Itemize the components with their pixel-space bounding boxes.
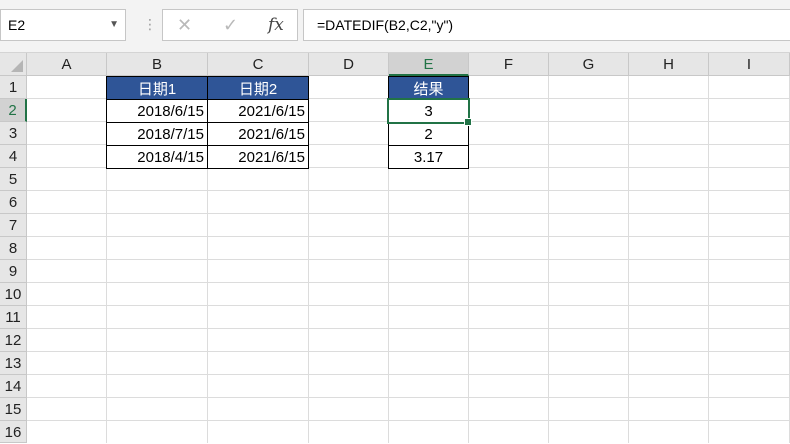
row-header-16[interactable]: 16 [0,421,27,443]
cell-e2[interactable]: 3 [388,99,469,123]
formula-text: =DATEDIF(B2,C2,"y") [317,17,454,33]
column-header-g[interactable]: G [549,53,629,76]
gridline [27,351,790,352]
row-header-5[interactable]: 5 [0,168,27,191]
insert-function-icon[interactable]: fx [268,15,284,35]
row-header-2[interactable]: 2 [0,99,27,122]
cell-e1[interactable]: 结果 [388,76,469,100]
name-box[interactable]: E2 ▼ [0,9,126,41]
cell-c4[interactable]: 2021/6/15 [207,145,309,169]
gridline [27,236,790,237]
column-header-d[interactable]: D [309,53,389,76]
cell-c1[interactable]: 日期2 [207,76,309,100]
name-box-value: E2 [8,17,26,33]
cell-b4[interactable]: 2018/4/15 [106,145,208,169]
cancel-icon[interactable]: ✕ [177,15,192,36]
select-all-button[interactable] [0,53,27,76]
row-header-7[interactable]: 7 [0,214,27,237]
cell-b1[interactable]: 日期1 [106,76,208,100]
gridline [27,420,790,421]
row-header-4[interactable]: 4 [0,145,27,168]
gridline [27,374,790,375]
column-header-c[interactable]: C [208,53,309,76]
row-header-15[interactable]: 15 [0,398,27,421]
gridline [27,305,790,306]
column-header-f[interactable]: F [469,53,549,76]
row-header-12[interactable]: 12 [0,329,27,352]
row-header-6[interactable]: 6 [0,191,27,214]
gridline [27,259,790,260]
gridline [27,397,790,398]
cell-b2[interactable]: 2018/6/15 [106,99,208,123]
row-header-8[interactable]: 8 [0,237,27,260]
gridline [27,328,790,329]
column-header-a[interactable]: A [27,53,107,76]
column-header-h[interactable]: H [629,53,709,76]
cell-b3[interactable]: 2018/7/15 [106,122,208,146]
drag-handle-icon[interactable]: ⋮ [143,16,157,33]
gridline [27,213,790,214]
cell-e4[interactable]: 3.17 [388,145,469,169]
gridline [27,190,790,191]
formula-bar: E2 ▼ ⋮ ✕ ✓ fx =DATEDIF(B2,C2,"y") [0,0,790,53]
row-header-9[interactable]: 9 [0,260,27,283]
row-header-13[interactable]: 13 [0,352,27,375]
cell-e3[interactable]: 2 [388,122,469,146]
row-header-10[interactable]: 10 [0,283,27,306]
column-header-b[interactable]: B [107,53,208,76]
enter-icon[interactable]: ✓ [223,15,238,36]
worksheet-grid[interactable]: A B C D E F G H I 1 2 3 4 5 6 7 8 9 10 1… [0,53,790,443]
row-header-3[interactable]: 3 [0,122,27,145]
formula-buttons: ✕ ✓ fx [162,9,298,41]
chevron-down-icon[interactable]: ▼ [109,19,119,30]
column-header-e[interactable]: E [389,53,469,76]
column-header-i[interactable]: I [709,53,790,76]
gridline [27,282,790,283]
row-header-1[interactable]: 1 [0,76,27,99]
row-header-14[interactable]: 14 [0,375,27,398]
cell-c3[interactable]: 2021/6/15 [207,122,309,146]
cell-c2[interactable]: 2021/6/15 [207,99,309,123]
row-header-11[interactable]: 11 [0,306,27,329]
formula-input[interactable]: =DATEDIF(B2,C2,"y") [303,9,790,41]
